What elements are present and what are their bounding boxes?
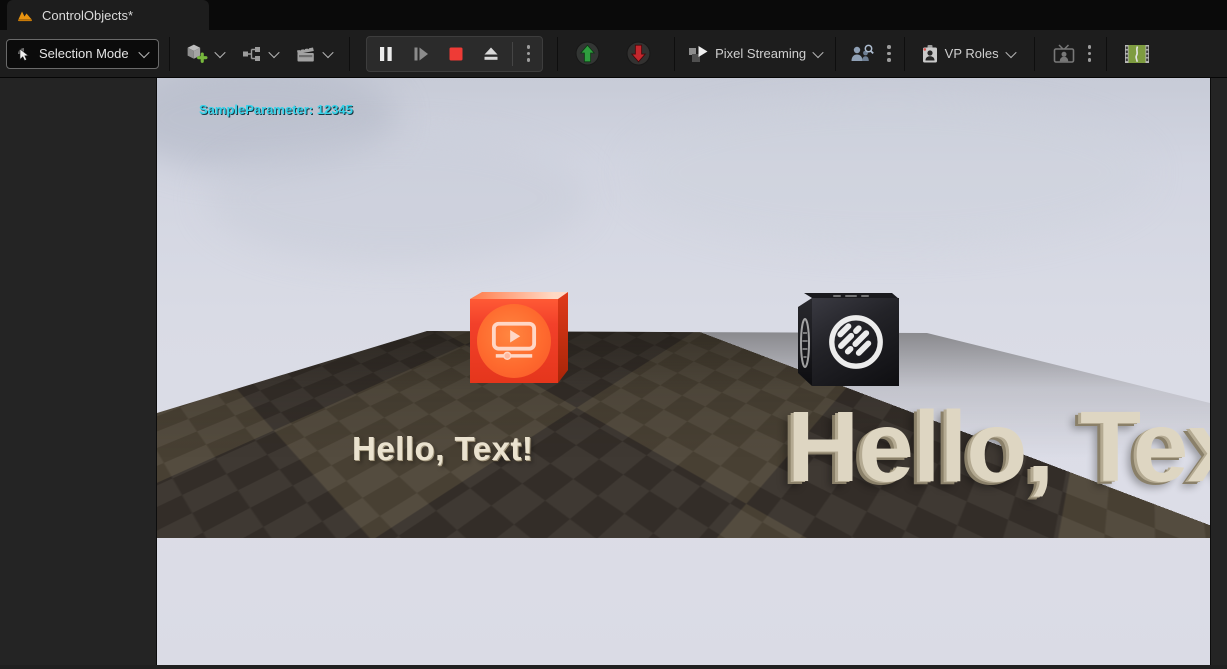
levels-mountain-icon [17, 7, 33, 23]
chevron-down-icon [138, 46, 149, 57]
side-ring-icon [798, 317, 811, 369]
media-cube-actor[interactable] [470, 292, 568, 383]
toolbar-separator [169, 37, 170, 71]
stop-button[interactable] [442, 41, 470, 67]
vp-roles-label: VP Roles [945, 46, 999, 61]
people-magnifier-icon [849, 44, 875, 64]
striped-circle-logo-icon [825, 311, 887, 373]
sample-parameter-hud: SampleParameter: 12345 [199, 102, 353, 117]
toolbar-separator [674, 37, 675, 71]
text-actor-large[interactable]: Hello, Text! [787, 390, 1210, 505]
blueprints-button[interactable] [237, 42, 283, 66]
toolbar-separator [1034, 37, 1035, 71]
tv-person-icon [1052, 44, 1076, 64]
playback-options-button[interactable] [520, 43, 538, 64]
cloud [207, 133, 587, 263]
toolbar-separator [835, 37, 836, 71]
id-badge-icon [920, 44, 940, 64]
cube-plus-icon [185, 43, 208, 64]
pause-icon [377, 45, 395, 63]
green-up-arrow-circle-icon [575, 41, 600, 66]
playback-controls [366, 36, 544, 72]
selection-mode-button[interactable]: Selection Mode [6, 39, 159, 69]
media-badge [477, 304, 551, 378]
editor-main-area: Hello, Text! Hello, Text! SampleParamete… [0, 78, 1227, 665]
left-panel [0, 78, 157, 665]
stop-icon [447, 45, 465, 63]
text-actor-small[interactable]: Hello, Text! [352, 430, 533, 468]
chevron-down-icon [1005, 46, 1016, 57]
toolbar-separator [557, 37, 558, 71]
chevron-down-icon [813, 46, 824, 57]
pixel-streaming-label: Pixel Streaming [715, 46, 806, 61]
toolbar-separator [904, 37, 905, 71]
push-changes-button[interactable] [570, 37, 605, 70]
squares-play-icon [688, 45, 710, 63]
tab-label: ControlObjects* [42, 8, 133, 23]
step-forward-icon [412, 45, 430, 63]
cube-front-face [470, 299, 558, 383]
chevron-down-icon [322, 46, 333, 57]
vp-roles-button[interactable]: VP Roles [915, 40, 1020, 68]
red-down-arrow-circle-icon [626, 41, 651, 66]
cube-front-face [812, 298, 899, 386]
pause-button[interactable] [372, 41, 400, 67]
take-recorder-button[interactable] [1119, 39, 1155, 69]
broadcast-options-button[interactable] [1081, 43, 1099, 64]
tab-bar: ControlObjects* [0, 0, 1227, 30]
media-player-icon [491, 320, 537, 362]
selection-mode-label: Selection Mode [39, 46, 129, 61]
chevron-down-icon [214, 46, 225, 57]
main-toolbar: Selection Mode [0, 30, 1227, 78]
multi-user-button[interactable] [844, 40, 880, 68]
tab-controlobjects[interactable]: ControlObjects* [7, 0, 209, 30]
chevron-down-icon [268, 46, 279, 57]
step-forward-button[interactable] [407, 41, 435, 67]
viewport-3d[interactable]: Hello, Text! Hello, Text! SampleParamete… [157, 78, 1210, 665]
cursor-arrow-icon [15, 46, 31, 62]
logo-cube-actor[interactable] [798, 293, 899, 386]
eject-icon [482, 45, 500, 63]
node-graph-icon [242, 46, 262, 62]
pull-changes-button[interactable] [621, 37, 656, 70]
broadcast-button[interactable] [1047, 40, 1081, 68]
multi-user-options-button[interactable] [880, 43, 898, 64]
toolbar-separator [349, 37, 350, 71]
cinematics-button[interactable] [291, 41, 337, 67]
toolbar-separator [1106, 37, 1107, 71]
pixel-streaming-button[interactable]: Pixel Streaming [683, 41, 827, 67]
playback-separator [512, 42, 513, 66]
cloud [630, 98, 1150, 248]
add-actor-button[interactable] [180, 39, 229, 68]
clapperboard-icon [296, 45, 316, 63]
eject-button[interactable] [477, 41, 505, 67]
right-panel-strip [1210, 78, 1227, 665]
green-filmstrip-icon [1124, 43, 1150, 65]
bottom-strip [0, 665, 1227, 669]
